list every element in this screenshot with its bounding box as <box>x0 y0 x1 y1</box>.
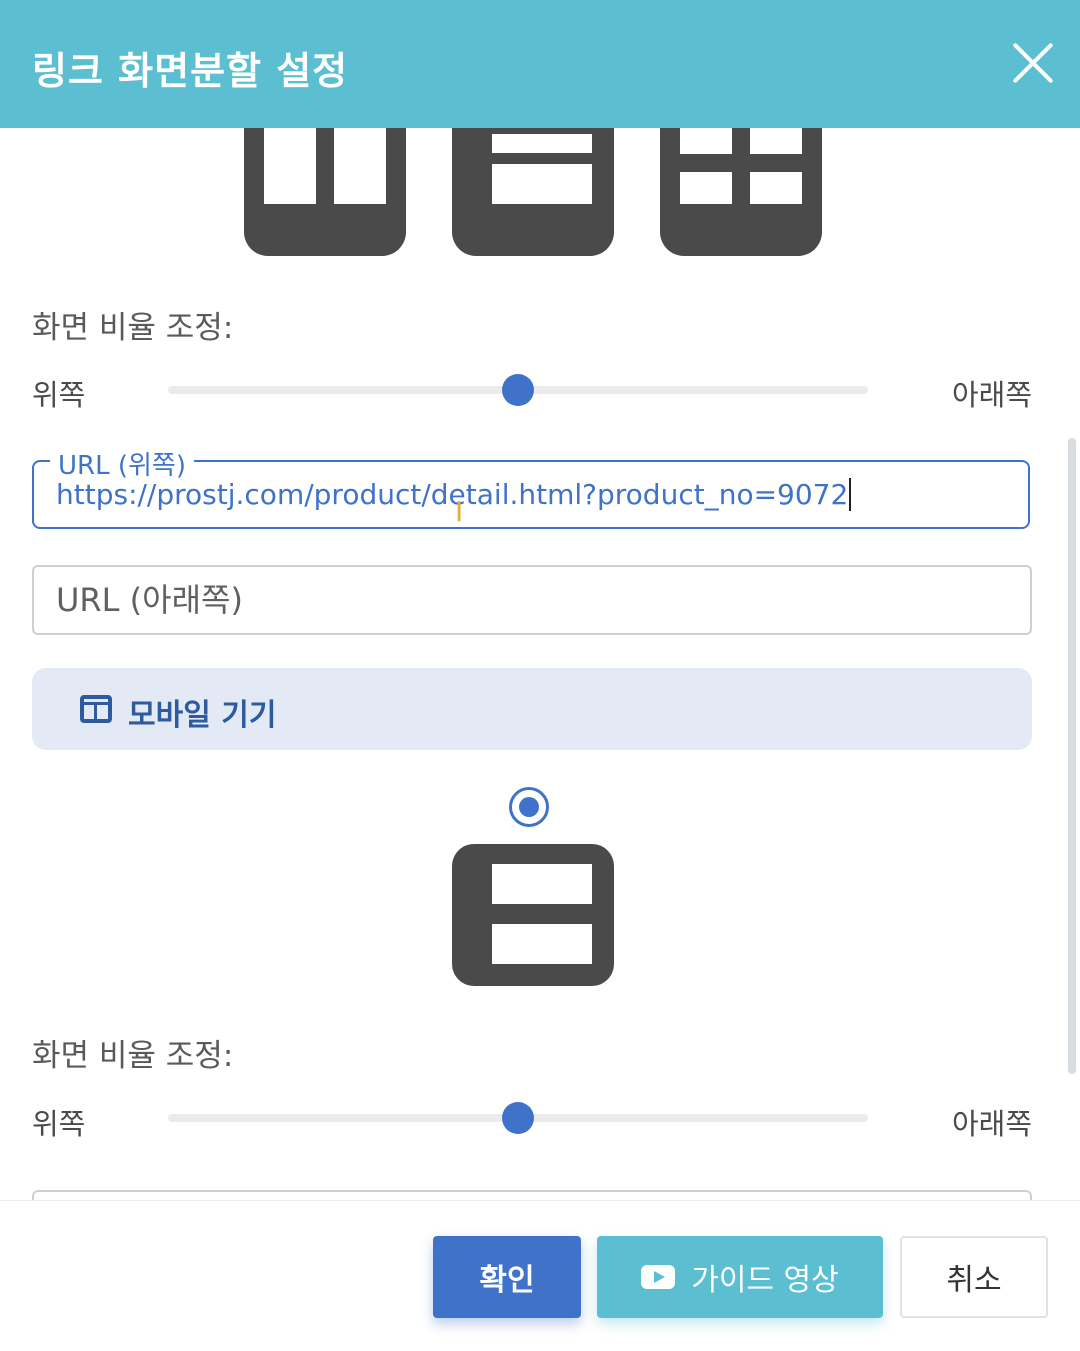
text-cursor-icon: I <box>455 495 464 528</box>
confirm-label: 확인 <box>479 1263 535 1298</box>
confirm-button[interactable]: 확인 <box>433 1236 581 1318</box>
mobile-section-label: 모바일 기기 <box>128 698 277 733</box>
dialog-footer: 확인 가이드 영상 취소 <box>0 1200 1080 1351</box>
split-horizontal-icon[interactable] <box>452 128 614 256</box>
mobile-slider-right-label: 아래쪽 <box>951 1107 1032 1141</box>
columns-icon <box>80 695 112 723</box>
slider-thumb[interactable] <box>502 374 534 406</box>
dialog-header: 링크 화면분할 설정 <box>0 0 1080 128</box>
slider-right-label: 아래쪽 <box>951 378 1032 412</box>
cancel-label: 취소 <box>946 1263 1002 1298</box>
mobile-slider-left-label: 위쪽 <box>32 1107 86 1141</box>
guide-video-button[interactable]: 가이드 영상 <box>597 1236 883 1318</box>
play-video-icon <box>641 1265 676 1289</box>
split-grid-icon[interactable] <box>660 128 822 256</box>
mobile-split-horizontal-icon[interactable] <box>452 844 614 986</box>
dialog-body: 화면 비율 조정: 위쪽 아래쪽 URL (위쪽) https://prostj… <box>0 128 1080 1200</box>
ratio-label: 화면 비율 조정: <box>32 310 234 346</box>
cancel-button[interactable]: 취소 <box>900 1236 1048 1318</box>
mobile-slider-thumb[interactable] <box>502 1102 534 1134</box>
url-top-field[interactable]: URL (위쪽) https://prostj.com/product/deta… <box>32 445 1030 529</box>
dialog-title: 링크 화면분할 설정 <box>32 49 349 93</box>
mobile-ratio-slider[interactable] <box>168 1102 868 1134</box>
mobile-url-top-input[interactable] <box>32 1190 1032 1200</box>
guide-label: 가이드 영상 <box>691 1263 839 1298</box>
scrollbar[interactable] <box>1068 438 1076 1074</box>
mobile-section-bar: 모바일 기기 <box>32 668 1032 750</box>
mobile-layout-radio[interactable] <box>509 787 549 827</box>
url-bottom-input[interactable] <box>32 565 1032 635</box>
split-vertical-icon[interactable] <box>244 128 406 256</box>
close-icon[interactable] <box>1010 40 1056 86</box>
mobile-ratio-label: 화면 비율 조정: <box>32 1038 234 1074</box>
ratio-slider[interactable] <box>168 374 868 406</box>
url-top-value[interactable]: https://prostj.com/product/detail.html?p… <box>56 478 852 511</box>
url-top-legend: URL (위쪽) <box>50 445 194 482</box>
slider-left-label: 위쪽 <box>32 378 86 412</box>
